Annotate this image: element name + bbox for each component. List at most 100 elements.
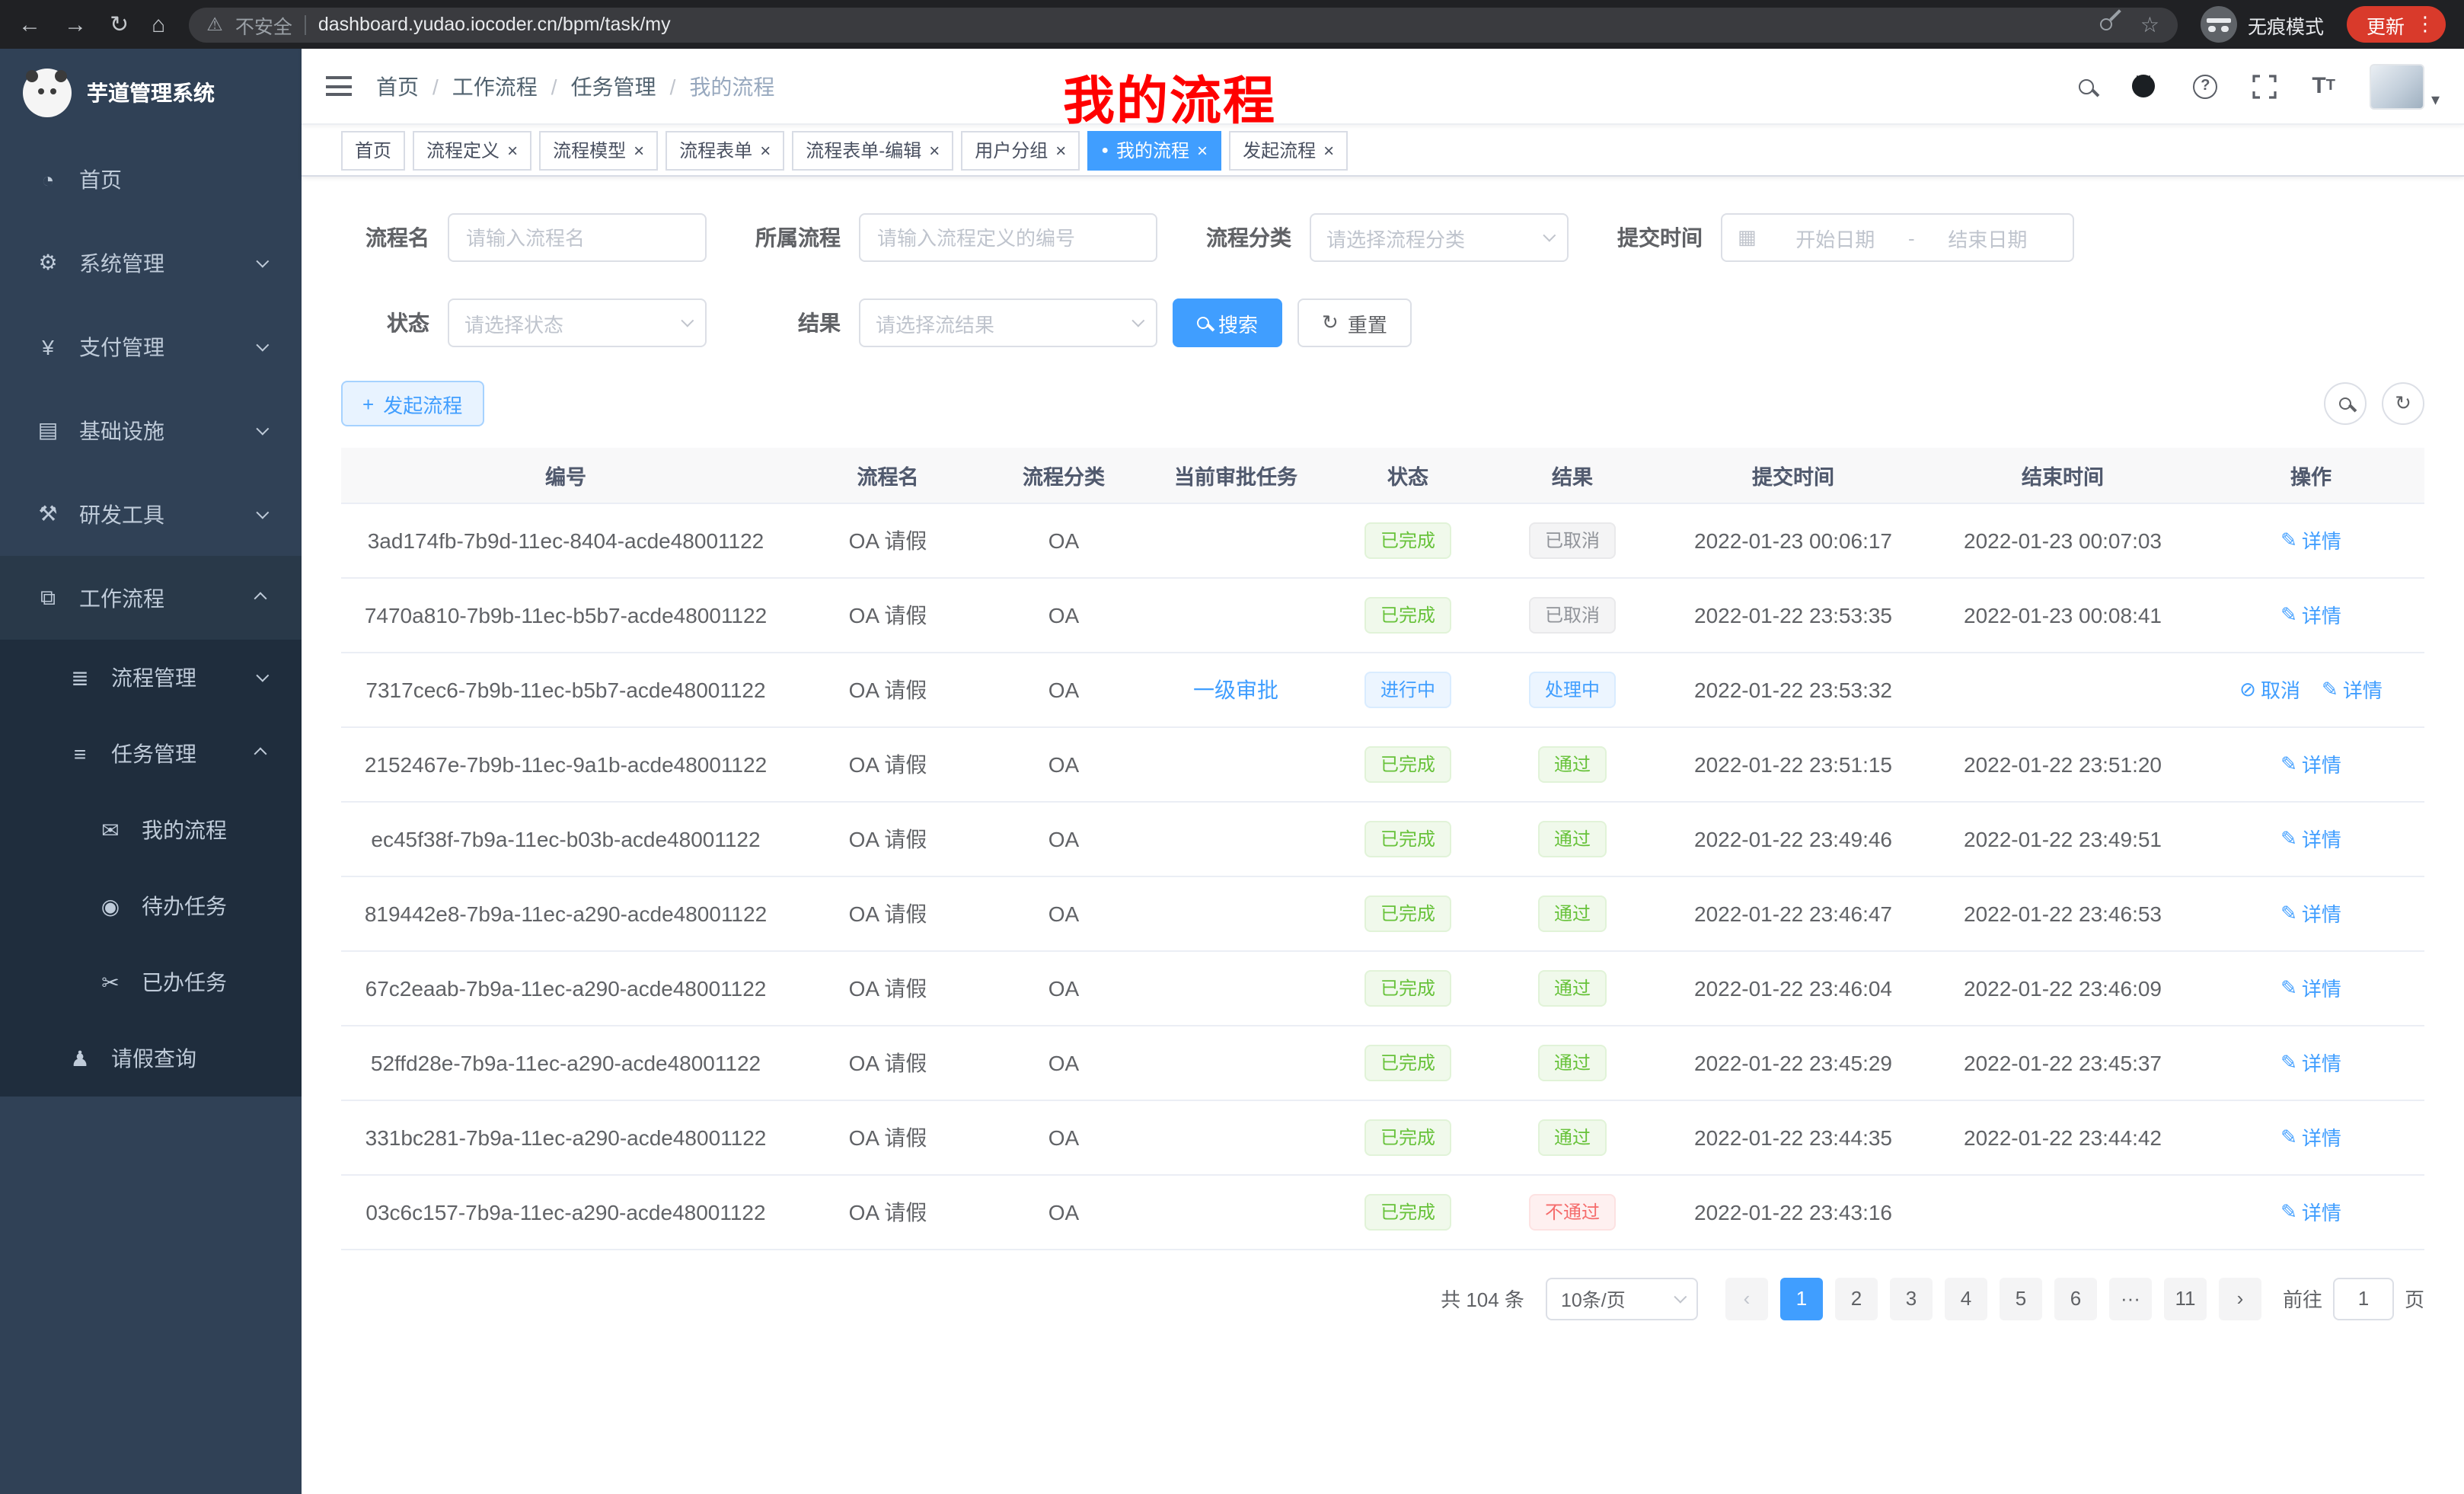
sidebar-item[interactable]: ⧉ 工作流程 (0, 556, 302, 640)
detail-link[interactable]: ✎ 详情 (2280, 824, 2341, 853)
sidebar-item[interactable]: ♟ 请假查询 (0, 1020, 302, 1097)
detail-link[interactable]: ✎ 详情 (2280, 1197, 2341, 1226)
breadcrumb-separator: / (432, 74, 439, 98)
sidebar-item[interactable]: ▤ 基础设施 (0, 388, 302, 472)
browser-reload-icon[interactable]: ↻ (110, 13, 129, 36)
refresh-table-button[interactable]: ↻ (2382, 382, 2424, 425)
sidebar-logo[interactable]: 芋道管理系统 (0, 49, 302, 137)
tab[interactable]: 流程定义 × (413, 130, 531, 170)
chevron-icon (256, 506, 269, 519)
sidebar-item[interactable]: ⚙ 系统管理 (0, 221, 302, 305)
page-button[interactable]: 3 (1890, 1277, 1933, 1320)
github-icon[interactable] (2129, 72, 2158, 101)
sidebar-item[interactable]: ◔ 首页 (0, 137, 302, 221)
goto-page-input[interactable] (2333, 1277, 2394, 1320)
page-button[interactable]: 5 (2000, 1277, 2042, 1320)
tab[interactable]: 发起流程 × (1229, 130, 1348, 170)
search-icon[interactable] (2079, 78, 2094, 94)
tab-close-icon[interactable]: × (1055, 141, 1066, 159)
tab-close-icon[interactable]: × (1323, 141, 1334, 159)
browser-update-button[interactable]: 更新 ⋮ (2347, 6, 2446, 43)
detail-link[interactable]: ✎ 详情 (2280, 1048, 2341, 1077)
prev-page-button[interactable]: ‹ (1725, 1277, 1768, 1320)
process-name-input[interactable] (448, 213, 707, 262)
tab[interactable]: 用户分组 × (961, 130, 1080, 170)
owner-process-input[interactable] (859, 213, 1157, 262)
sidebar-item[interactable]: ✂ 已办任务 (0, 944, 302, 1020)
next-page-button[interactable]: › (2219, 1277, 2261, 1320)
user-menu[interactable]: ▾ (2370, 63, 2440, 109)
result-select[interactable]: 请选择流结果 (859, 298, 1157, 347)
sidebar-item[interactable]: ¥ 支付管理 (0, 305, 302, 388)
hamburger-icon[interactable] (326, 76, 352, 96)
update-label: 更新 (2367, 10, 2405, 39)
breadcrumb-item[interactable]: 工作流程 (452, 71, 538, 101)
detail-link[interactable]: ✎ 详情 (2280, 749, 2341, 778)
tab[interactable]: 流程表单 × (665, 130, 784, 170)
cell-end-time: 2022-01-23 00:08:41 (1928, 577, 2197, 652)
fullscreen-icon[interactable] (2252, 74, 2277, 98)
tab[interactable]: 流程表单-编辑 × (792, 130, 953, 170)
bookmark-star-icon[interactable]: ☆ (2140, 11, 2159, 37)
detail-link[interactable]: ✎ 详情 (2280, 600, 2341, 629)
breadcrumb-item[interactable]: 任务管理 (571, 71, 656, 101)
page-button[interactable]: 4 (1945, 1277, 1987, 1320)
sidebar-item[interactable]: ≡ 任务管理 (0, 716, 302, 792)
sidebar-item[interactable]: ◉ 待办任务 (0, 868, 302, 944)
reset-button[interactable]: ↻ 重置 (1297, 298, 1412, 347)
detail-link[interactable]: ✎ 详情 (2280, 899, 2341, 927)
tab[interactable]: ● 我的流程 × (1087, 130, 1221, 170)
detail-link[interactable]: ✎ 详情 (2322, 675, 2383, 704)
address-bar[interactable]: ⚠ 不安全 dashboard.yudao.iocoder.cn/bpm/tas… (188, 7, 2178, 42)
tab[interactable]: 首页 (341, 130, 405, 170)
browser-menu-dots-icon[interactable]: ⋮ (2415, 12, 2435, 37)
tab-close-icon[interactable]: × (507, 141, 518, 159)
tab-close-icon[interactable]: × (1197, 141, 1208, 159)
help-icon[interactable]: ? (2193, 74, 2217, 98)
current-task-link[interactable]: 一级审批 (1193, 677, 1278, 701)
cell-current-task (1142, 1174, 1329, 1249)
tab-close-icon[interactable]: × (929, 141, 940, 159)
search-button[interactable]: 搜索 (1173, 298, 1282, 347)
filter-row-1: 流程名 所属流程 流程分类 请选择流程分类 (341, 213, 2424, 262)
page-size-select[interactable]: 10条/页 (1546, 1277, 1698, 1320)
font-size-icon[interactable]: TT (2312, 73, 2335, 99)
page-button[interactable]: 1 (1780, 1277, 1823, 1320)
tab[interactable]: 流程模型 × (539, 130, 658, 170)
cell-submit-time: 2022-01-23 00:06:17 (1658, 503, 1928, 577)
status-select[interactable]: 请选择状态 (448, 298, 707, 347)
avatar[interactable] (2370, 63, 2425, 109)
infrastructure-icon: ▤ (35, 417, 61, 443)
breadcrumb-item[interactable]: 我的流程 (689, 71, 774, 101)
page-button[interactable]: 11 (2164, 1277, 2207, 1320)
tab-close-icon[interactable]: × (760, 141, 771, 159)
tab-close-icon[interactable]: × (634, 141, 644, 159)
password-key-icon[interactable] (2098, 16, 2115, 34)
detail-link[interactable]: ✎ 详情 (2280, 1122, 2341, 1151)
cell-process-id: 3ad174fb-7b9d-11ec-8404-acde48001122 (341, 503, 790, 577)
breadcrumb-item[interactable]: 首页 (376, 71, 419, 101)
date-range-picker[interactable]: ▦ 开始日期 - 结束日期 (1721, 213, 2074, 262)
cancel-link[interactable]: ⊘ 取消 (2239, 675, 2300, 704)
detail-link[interactable]: ✎ 详情 (2280, 525, 2341, 554)
toggle-search-button[interactable] (2324, 382, 2367, 425)
page-button[interactable]: 6 (2054, 1277, 2097, 1320)
table-row: 52ffd28e-7b9a-11ec-a290-acde48001122 OA … (341, 1025, 2424, 1100)
browser-back-icon[interactable]: ← (18, 13, 41, 36)
sidebar-item[interactable]: ⚒ 研发工具 (0, 472, 302, 556)
page-button[interactable]: 2 (1835, 1277, 1878, 1320)
browser-forward-icon[interactable]: → (64, 13, 87, 36)
browser-home-icon[interactable]: ⌂ (152, 13, 165, 36)
dev-tools-icon: ⚒ (35, 501, 61, 527)
gear-icon: ⚙ (35, 250, 61, 276)
detail-link[interactable]: ✎ 详情 (2280, 973, 2341, 1002)
sidebar-item[interactable]: ≣ 流程管理 (0, 640, 302, 716)
result-badge: 通过 (1539, 895, 1606, 931)
create-process-button[interactable]: + 发起流程 (341, 381, 484, 426)
column-header: 流程分类 (985, 448, 1142, 503)
category-select[interactable]: 请选择流程分类 (1310, 213, 1569, 262)
cell-process-id: 7317cec6-7b9b-11ec-b5b7-acde48001122 (341, 652, 790, 726)
page-button[interactable]: ··· (2109, 1277, 2152, 1320)
sidebar-item[interactable]: ✉ 我的流程 (0, 792, 302, 868)
cell-status: 已完成 (1329, 950, 1486, 1025)
